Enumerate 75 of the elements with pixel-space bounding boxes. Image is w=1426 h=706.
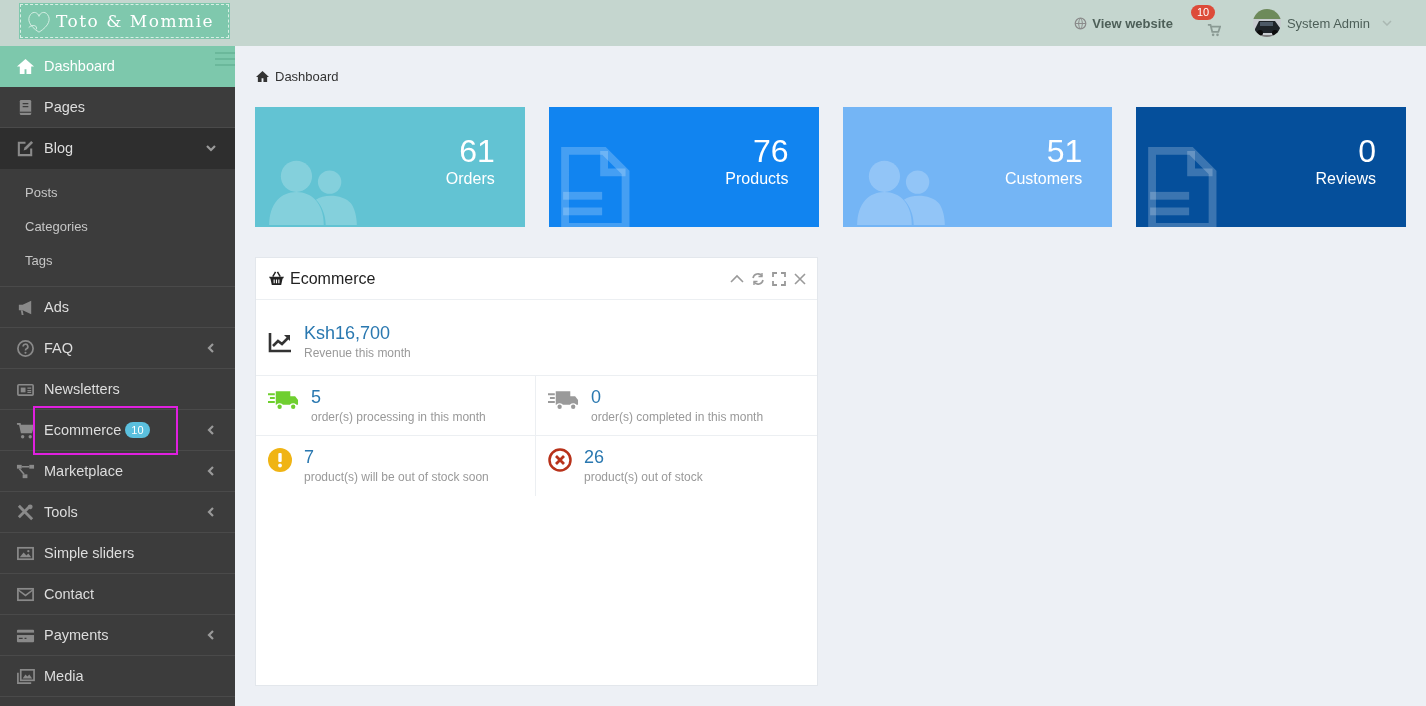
- submenu-item[interactable]: Categories: [0, 210, 88, 244]
- sidebar-item[interactable]: Blog: [0, 128, 235, 169]
- images-icon: [16, 666, 35, 686]
- edit-icon: [16, 138, 35, 158]
- stat-label: Orders: [445, 169, 495, 189]
- globe-icon: [1074, 16, 1088, 30]
- submenu-item[interactable]: Tags: [0, 244, 53, 278]
- stat-label: Customers: [1004, 169, 1083, 189]
- basket-icon: [268, 271, 285, 286]
- stat-label: product(s) will be out of stock soon: [304, 469, 489, 486]
- stat-label: Reviews: [1315, 169, 1376, 189]
- chevron-down-icon: [205, 142, 217, 154]
- sidebar-item[interactable]: Newsletters: [0, 369, 235, 410]
- sidebar-item[interactable]: Contact: [0, 574, 235, 615]
- stat-value: 7: [304, 446, 315, 468]
- sidebar-item[interactable]: Payments: [0, 615, 235, 656]
- sidebar-item[interactable]: FAQ: [0, 328, 235, 369]
- count-badge: 10: [125, 422, 150, 438]
- cart-icon: [16, 420, 35, 440]
- chevron-down-icon: [1382, 20, 1392, 26]
- stat-label: order(s) completed in this month: [591, 409, 764, 426]
- stat-label: order(s) processing in this month: [311, 409, 486, 426]
- sidebar-label: Ecommerce: [44, 422, 122, 438]
- sidebar-label: Dashboard: [44, 58, 115, 74]
- view-website-link[interactable]: View website: [1074, 15, 1173, 31]
- sidebar-label: Ads: [44, 299, 69, 315]
- user-menu[interactable]: System Admin: [1252, 9, 1392, 37]
- cart-button[interactable]: 10: [1190, 5, 1221, 37]
- stat-card[interactable]: 0 Reviews: [1136, 107, 1406, 227]
- stat-value: 76: [752, 133, 789, 169]
- sidebar-label: Tools: [44, 504, 78, 520]
- home-icon: [255, 69, 270, 83]
- chevron-left-icon: [205, 629, 217, 641]
- stat-value: 0: [1358, 133, 1376, 169]
- sidebar-label: Media: [44, 668, 84, 684]
- chevron-left-icon: [205, 424, 217, 436]
- stat-value: 0: [591, 386, 602, 408]
- notification-badge: 10: [1190, 5, 1216, 20]
- sidebar-item[interactable]: Simple sliders: [0, 533, 235, 574]
- sidebar-label: FAQ: [44, 340, 73, 356]
- stat-value: 26: [584, 446, 606, 468]
- home-icon: [16, 56, 35, 76]
- submenu-item[interactable]: Posts: [0, 176, 58, 210]
- widget-title: Ecommerce: [290, 269, 376, 288]
- stat-label: Products: [725, 169, 789, 189]
- sidebar-item[interactable]: Marketplace: [0, 451, 235, 492]
- chevron-left-icon: [205, 465, 217, 477]
- cart-icon: [1206, 23, 1221, 37]
- sidebar-item[interactable]: Tools: [0, 492, 235, 533]
- stat-value: 61: [459, 133, 495, 169]
- help-icon: [16, 338, 35, 358]
- chevron-left-icon: [205, 342, 217, 354]
- breadcrumb-item[interactable]: Dashboard: [275, 68, 339, 84]
- revenue-value: Ksh16,700: [304, 321, 392, 344]
- sidebar-item[interactable]: Ads: [0, 287, 235, 328]
- refresh-icon[interactable]: [751, 271, 765, 286]
- sidebar-item[interactable]: Ecommerce 10: [0, 410, 235, 451]
- chevron-left-icon: [205, 506, 217, 518]
- stat-value: 51: [1046, 133, 1083, 169]
- sidebar-label: Blog: [44, 140, 74, 156]
- sidebar-label: Newsletters: [44, 381, 120, 397]
- sidebar-label: Pages: [44, 99, 86, 115]
- sidebar-item[interactable]: Media: [0, 656, 235, 697]
- tools-icon: [16, 502, 35, 522]
- sidebar-label: Marketplace: [44, 463, 123, 479]
- close-icon[interactable]: [793, 271, 807, 286]
- line-chart-icon: [268, 330, 292, 353]
- revenue-label: Revenue this month: [304, 344, 411, 362]
- stat-card[interactable]: 76 Products: [548, 107, 819, 227]
- sidebar-label: Contact: [44, 586, 94, 602]
- sidebar-label: Simple sliders: [44, 545, 135, 561]
- sidebar-label: Payments: [44, 627, 109, 643]
- stat-value: 5: [311, 386, 322, 408]
- fullscreen-icon[interactable]: [772, 271, 786, 286]
- stat-label: product(s) out of stock: [584, 469, 703, 486]
